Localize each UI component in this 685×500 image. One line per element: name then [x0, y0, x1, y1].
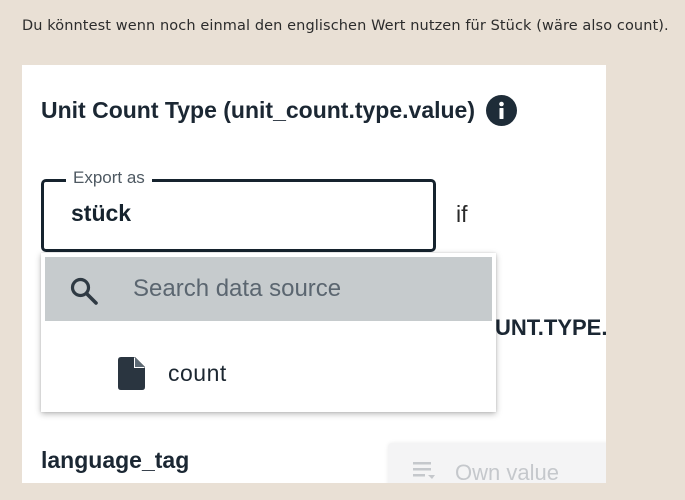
- search-icon: [69, 276, 99, 310]
- own-value-label: Own value: [455, 460, 559, 483]
- own-value-button[interactable]: Own value: [388, 443, 606, 483]
- condition-source-value: UNT.TYPE.: [495, 315, 606, 340]
- section-header: Unit Count Type (unit_count.type.value): [41, 95, 518, 126]
- search-bar: [45, 257, 492, 321]
- section-title: Unit Count Type (unit_count.type.value): [41, 97, 476, 123]
- language-tag-title: language_tag: [41, 447, 190, 473]
- if-label: if: [456, 201, 468, 227]
- export-as-value[interactable]: stück: [71, 200, 131, 227]
- export-as-label: Export as: [66, 168, 152, 188]
- search-data-source-input[interactable]: [133, 257, 473, 321]
- data-source-dropdown: count: [41, 253, 496, 412]
- lines-icon: [413, 461, 435, 483]
- export-as-field[interactable]: Export as stück: [41, 168, 436, 252]
- option-count[interactable]: count: [45, 345, 492, 401]
- comment-text: Du könntest wenn noch einmal den englisc…: [22, 18, 669, 34]
- option-label: count: [168, 360, 227, 386]
- info-icon[interactable]: [486, 95, 518, 126]
- file-icon: [118, 357, 145, 394]
